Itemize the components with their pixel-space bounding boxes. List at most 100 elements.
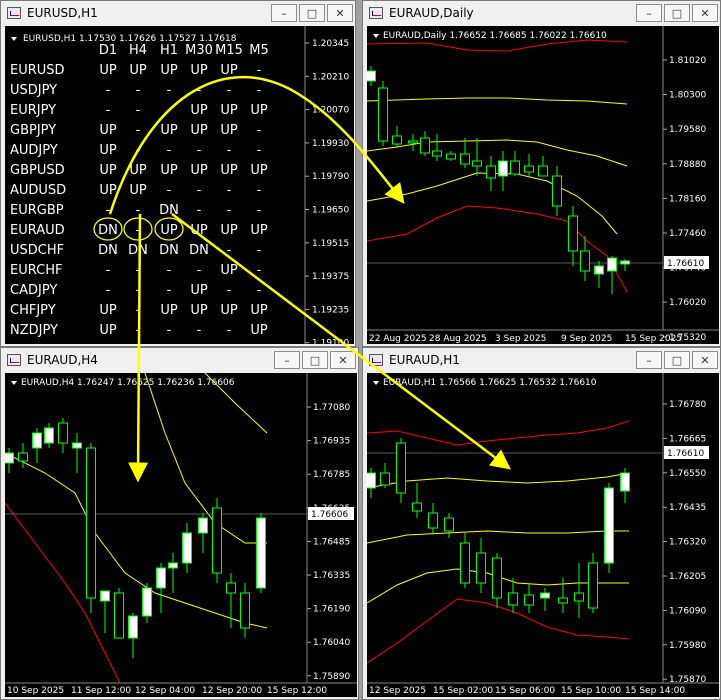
- price-tick: 1.78160: [669, 194, 706, 204]
- trend-cell: -: [136, 123, 141, 138]
- trend-cell: DN: [98, 243, 118, 258]
- trend-cell: UP: [129, 183, 147, 198]
- trend-cell: -: [227, 83, 232, 98]
- pair-label: USDJPY: [10, 83, 57, 98]
- euraud-daily-window[interactable]: EURAUD,Daily – □ ✕ EURAUD,Daily 1.76652 …: [362, 0, 721, 347]
- chart-info: EURAUD,H1 1.76566 1.76625 1.76532 1.7661…: [383, 378, 597, 388]
- trend-cell: -: [257, 263, 262, 278]
- chart-area[interactable]: EURAUD,H1 1.76566 1.76625 1.76532 1.7661…: [367, 373, 719, 697]
- maximize-button[interactable]: □: [664, 351, 690, 369]
- eurusd-h1-window[interactable]: EURUSD,H1 – □ ✕ EURUSD,H1 1.17530 1.1762…: [0, 0, 356, 347]
- price-tick: 1.19790: [312, 172, 349, 182]
- trend-cell: -: [227, 183, 232, 198]
- trend-cell: -: [106, 103, 111, 118]
- trend-cell: -: [136, 143, 141, 158]
- candle-body: [156, 567, 166, 589]
- trend-cell: UP: [190, 123, 208, 138]
- trend-table: D1 H4 H1 M30 M15 M5 EURUSD UP UP UP UP UP - USDJPY - - -…: [10, 43, 269, 338]
- close-button[interactable]: ✕: [327, 4, 353, 22]
- candle-body: [72, 442, 82, 449]
- price-tick: 1.76320: [669, 538, 706, 548]
- candle-body: [396, 442, 406, 494]
- date-axis: 10 Sep 2025 11 Sep 12:00 12 Sep 04:00 12 Se…: [7, 686, 327, 696]
- trend-cell: -: [227, 243, 232, 258]
- candle-body: [568, 215, 578, 252]
- chart-window-icon: [7, 354, 21, 366]
- minimize-button[interactable]: –: [636, 4, 662, 22]
- trend-cell: UP: [190, 163, 208, 178]
- candle-body: [538, 165, 548, 177]
- trend-cell: UP: [250, 163, 268, 178]
- window-titlebar[interactable]: EURAUD,Daily – □ ✕: [363, 1, 720, 25]
- euraud-h1-window[interactable]: EURAUD,H1 – □ ✕ EURAUD,H1 1.76566 1.7662…: [362, 347, 721, 700]
- chart-area[interactable]: EURAUD,H4 1.76247 1.76625 1.76236 1.7660…: [5, 373, 357, 697]
- candle-body: [408, 140, 418, 144]
- close-button[interactable]: ✕: [330, 351, 356, 369]
- maximize-button[interactable]: □: [299, 4, 325, 22]
- trend-cell: UP: [220, 103, 238, 118]
- trend-cell: -: [227, 143, 232, 158]
- chart-area[interactable]: EURAUD,Daily 1.76652 1.76685 1.76022 1.7…: [367, 26, 719, 344]
- price-axis: 1.81020 1.80300 1.79580 1.78880 1.78160 1.774…: [663, 56, 706, 343]
- price-tick: 1.76040: [313, 638, 350, 648]
- trend-cell: -: [106, 263, 111, 278]
- candle-body: [100, 590, 110, 602]
- candle-body: [420, 137, 430, 154]
- trend-cell: -: [167, 83, 172, 98]
- date-tick: 15 Sep 14:00: [625, 686, 685, 696]
- column-header: H1: [160, 43, 178, 58]
- candle-body: [460, 542, 470, 584]
- date-axis: 22 Aug 2025 28 Aug 2025 3 Sep 2025 9 Sep 20…: [369, 334, 682, 344]
- collapse-icon: [11, 381, 17, 385]
- candle-body: [432, 150, 442, 157]
- price-tick: 1.75890: [313, 672, 350, 682]
- trend-cell: UP: [190, 303, 208, 318]
- candle-body: [524, 165, 534, 173]
- trend-cell: -: [197, 203, 202, 218]
- close-button[interactable]: ✕: [692, 4, 718, 22]
- candle-body: [412, 502, 422, 512]
- candle-body: [86, 447, 96, 599]
- trend-cell: UP: [160, 123, 178, 138]
- window-title: EURAUD,H4: [27, 353, 98, 367]
- price-tick: 1.20070: [312, 106, 349, 116]
- trend-cell: -: [136, 323, 141, 338]
- euraud-h4-window[interactable]: EURAUD,H4 – □ ✕ EURAUD,H4 1.76247 1.7662…: [0, 347, 359, 700]
- trend-cell: DN: [159, 203, 179, 218]
- candle-body: [182, 532, 192, 564]
- window-titlebar[interactable]: EURUSD,H1 – □ ✕: [1, 1, 355, 25]
- window-titlebar[interactable]: EURAUD,H1 – □ ✕: [363, 348, 720, 372]
- trend-cell: UP: [250, 323, 268, 338]
- candle-body: [558, 597, 568, 604]
- window-titlebar[interactable]: EURAUD,H4 – □ ✕: [1, 348, 358, 372]
- candle-body: [367, 472, 376, 489]
- pair-label: EURUSD: [10, 63, 65, 78]
- price-tick: 1.76020: [669, 298, 706, 308]
- trend-cell: UP: [220, 223, 238, 238]
- trend-cell: UP: [190, 283, 208, 298]
- close-button[interactable]: ✕: [692, 351, 718, 369]
- minimize-button[interactable]: –: [636, 351, 662, 369]
- trend-cell: DN: [159, 243, 179, 258]
- price-tick: 1.19515: [312, 239, 349, 249]
- trend-cell: UP: [190, 223, 208, 238]
- trend-cell: -: [227, 203, 232, 218]
- moving-average-line: [367, 139, 628, 167]
- candle-body: [498, 160, 508, 177]
- trend-cell: -: [257, 243, 262, 258]
- chart-window-icon: [369, 354, 383, 366]
- current-price-label: 1.76610: [667, 449, 704, 459]
- maximize-button[interactable]: □: [664, 4, 690, 22]
- maximize-button[interactable]: □: [302, 351, 328, 369]
- current-price-label: 1.76610: [667, 259, 704, 269]
- chart-area[interactable]: EURUSD,H1 1.17530 1.17626 1.17527 1.1761…: [5, 26, 354, 344]
- minimize-button[interactable]: –: [271, 4, 297, 22]
- trend-cell: UP: [250, 223, 268, 238]
- trend-cell: UP: [99, 163, 117, 178]
- price-tick: 1.77080: [313, 403, 350, 413]
- candle-body: [460, 153, 470, 165]
- trend-cell: UP: [250, 103, 268, 118]
- trend-cell: -: [136, 203, 141, 218]
- minimize-button[interactable]: –: [274, 351, 300, 369]
- candle-body: [128, 615, 138, 639]
